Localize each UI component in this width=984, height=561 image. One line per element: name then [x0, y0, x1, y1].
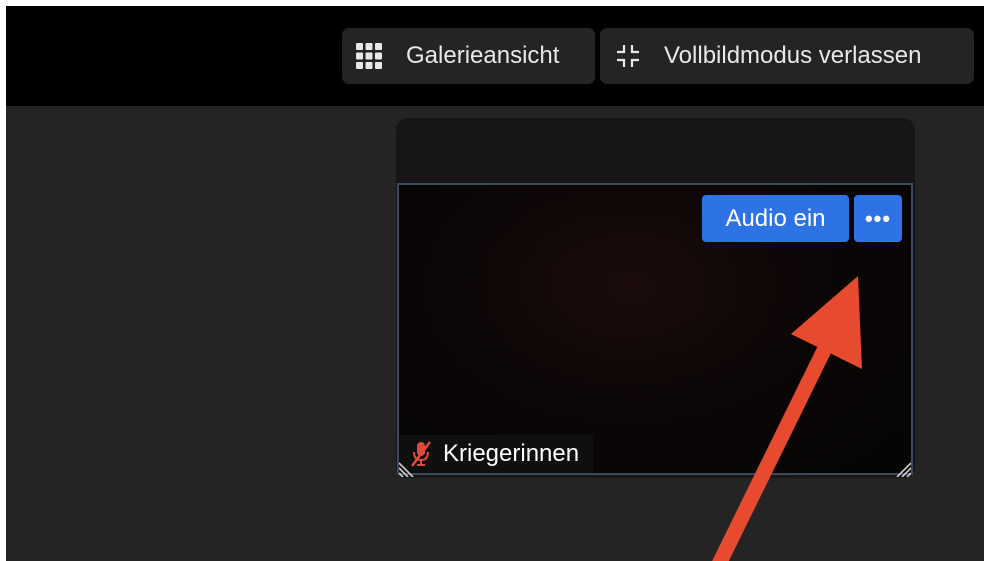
meeting-window: Galerieansicht Vollbildmodus verlassen A…: [6, 6, 984, 561]
grid-icon: [356, 43, 382, 69]
exit-fullscreen-label: Vollbildmodus verlassen: [664, 42, 922, 69]
participant-name-label: Kriegerinnen: [399, 435, 594, 473]
audio-on-button[interactable]: Audio ein: [702, 195, 849, 242]
resize-grip-icon[interactable]: [891, 457, 912, 478]
gallery-view-label: Galerieansicht: [406, 42, 560, 69]
more-options-button[interactable]: •••: [854, 195, 902, 242]
gallery-view-button[interactable]: Galerieansicht: [342, 28, 595, 84]
resize-grip-icon[interactable]: [398, 457, 419, 478]
participant-name: Kriegerinnen: [443, 440, 580, 467]
exit-fullscreen-button[interactable]: Vollbildmodus verlassen: [600, 28, 974, 84]
top-toolbar: Galerieansicht Vollbildmodus verlassen: [6, 6, 984, 106]
exit-fullscreen-icon: [614, 42, 642, 70]
